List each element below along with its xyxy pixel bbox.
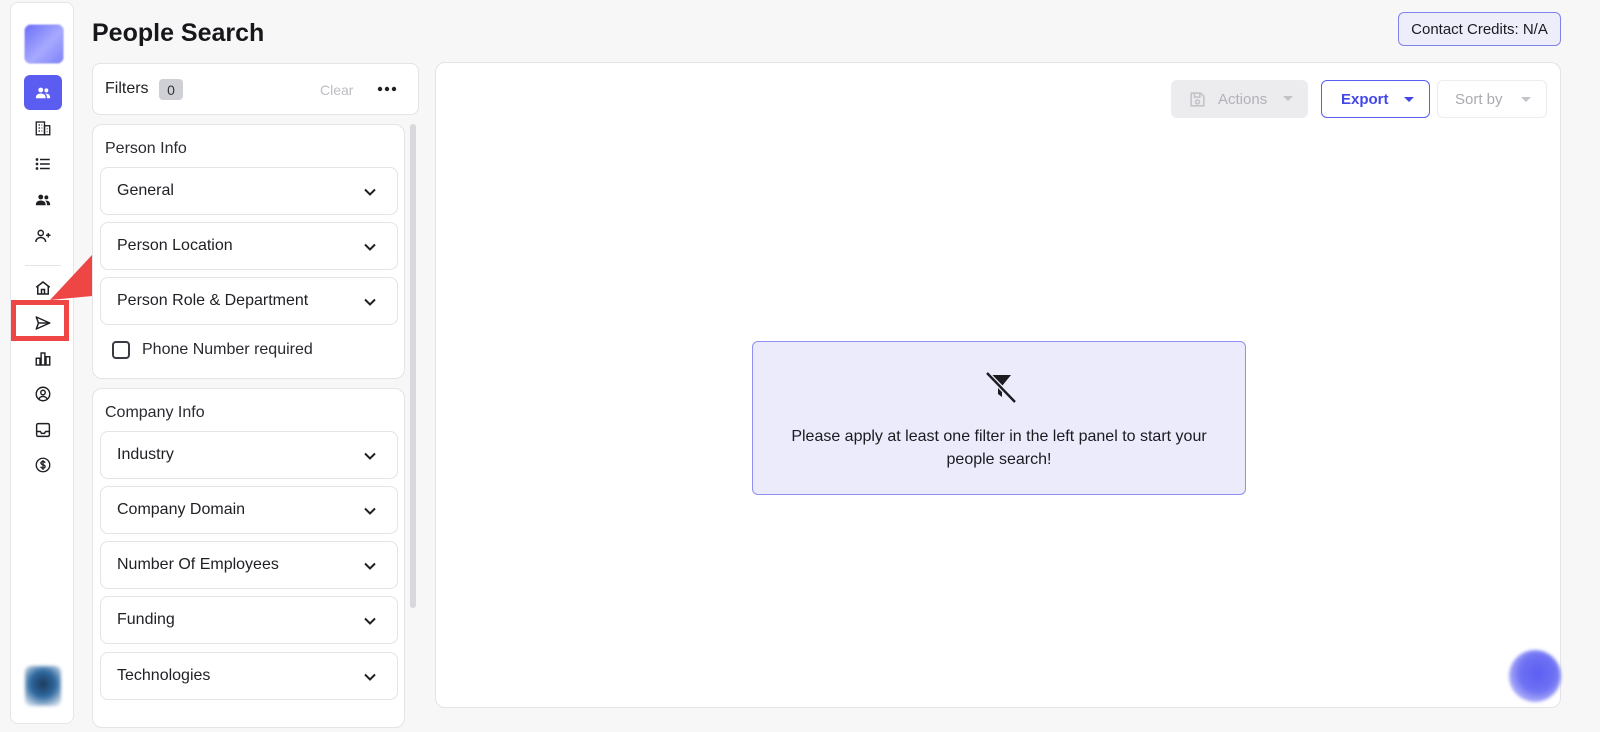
empty-state-card: Please apply at least one filter in the … — [752, 341, 1246, 495]
export-button[interactable]: Export — [1321, 80, 1430, 118]
filter-person-role-department[interactable]: Person Role & Department — [100, 277, 398, 325]
filters-label: Filters — [105, 80, 149, 97]
empty-state-message: Please apply at least one filter in the … — [791, 428, 1207, 468]
chevron-down-icon — [364, 188, 376, 196]
person-info-title: Person Info — [105, 140, 187, 157]
export-label: Export — [1341, 90, 1389, 108]
filters-scrollbar[interactable] — [410, 124, 416, 608]
filter-label: Number Of Employees — [117, 556, 279, 573]
building-icon[interactable] — [24, 112, 62, 144]
caret-down-icon — [1404, 97, 1414, 102]
contact-credits-badge[interactable]: Contact Credits: N/A — [1398, 12, 1561, 46]
page-title: People Search — [92, 19, 265, 47]
chevron-down-icon — [364, 673, 376, 681]
people-icon[interactable] — [24, 75, 62, 110]
person-info-section: Person Info General Person Location Pers… — [92, 124, 405, 379]
checkbox-label: Phone Number required — [142, 341, 313, 358]
company-info-title: Company Info — [105, 404, 205, 421]
caret-down-icon — [1521, 97, 1531, 102]
dollar-icon[interactable] — [24, 449, 62, 481]
save-icon — [1190, 91, 1205, 107]
filters-count-badge: 0 — [159, 79, 183, 100]
sidebar-rail — [10, 2, 74, 724]
actions-label: Actions — [1218, 90, 1268, 108]
chevron-down-icon — [364, 298, 376, 306]
filters-header: Filters 0 Clear — [92, 63, 419, 115]
phone-required-checkbox[interactable]: Phone Number required — [112, 341, 313, 359]
filter-technologies[interactable]: Technologies — [100, 652, 398, 700]
filter-off-icon — [985, 371, 1017, 404]
app-logo[interactable] — [24, 24, 64, 64]
results-panel: Actions Export Sort by Please apply at l… — [435, 62, 1561, 708]
filter-label: General — [117, 182, 174, 199]
filter-company-domain[interactable]: Company Domain — [100, 486, 398, 534]
chat-widget-button[interactable] — [1509, 650, 1561, 702]
filter-industry[interactable]: Industry — [100, 431, 398, 479]
clear-filters-button[interactable]: Clear — [320, 82, 353, 98]
filter-funding[interactable]: Funding — [100, 596, 398, 644]
chevron-down-icon — [364, 507, 376, 515]
filter-label: Company Domain — [117, 501, 246, 518]
chevron-down-icon — [364, 562, 376, 570]
checkbox-box[interactable] — [112, 341, 130, 359]
user-circle-icon[interactable] — [24, 378, 62, 410]
user-avatar[interactable] — [25, 666, 61, 706]
filter-label: Funding — [117, 611, 175, 628]
sort-by-dropdown[interactable]: Sort by — [1437, 80, 1547, 118]
filter-general[interactable]: General — [100, 167, 398, 215]
filter-label: Person Role & Department — [117, 292, 309, 309]
sort-label: Sort by — [1455, 90, 1503, 108]
filter-label: Person Location — [117, 237, 233, 254]
caret-down-icon — [1283, 96, 1293, 101]
chevron-down-icon — [364, 452, 376, 460]
chevron-down-icon — [364, 243, 376, 251]
filter-number-of-employees[interactable]: Number Of Employees — [100, 541, 398, 589]
actions-button[interactable]: Actions — [1171, 80, 1308, 118]
filter-label: Technologies — [117, 667, 211, 684]
bar-chart-icon[interactable] — [24, 343, 62, 375]
filter-person-location[interactable]: Person Location — [100, 222, 398, 270]
filter-label: Industry — [117, 446, 174, 463]
inbox-icon[interactable] — [24, 414, 62, 446]
chevron-down-icon — [364, 617, 376, 625]
company-info-section: Company Info Industry Company Domain Num… — [92, 388, 405, 728]
more-options-icon[interactable] — [375, 77, 399, 101]
